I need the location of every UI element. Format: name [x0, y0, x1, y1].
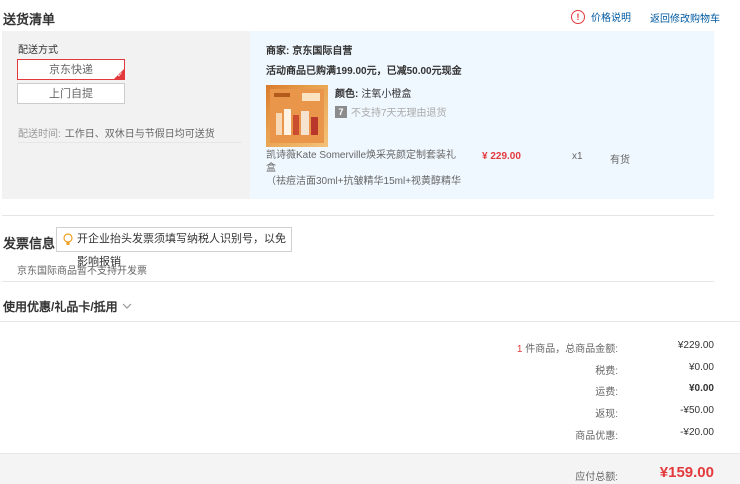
- summary-tax-label: 税费:: [595, 366, 618, 377]
- summary-subtotal-value: ¥229.00: [677, 340, 714, 351]
- divider: [2, 281, 714, 282]
- delivery-method-label: 配送方式: [18, 45, 58, 56]
- info-icon: !: [571, 9, 585, 24]
- coupon-toggle[interactable]: 使用优惠/礼品卡/抵用: [3, 298, 132, 315]
- summary-shipping-value: ¥0.00: [688, 383, 714, 394]
- check-icon: ✓: [117, 72, 123, 79]
- product-name-link[interactable]: 凯诗薇Kate Somerville焕采亮颜定制套装礼盒 （祛痘洁面30ml+抗…: [266, 149, 466, 188]
- total-value: ¥159.00: [659, 464, 714, 481]
- product-stock-status: 有货: [610, 155, 630, 166]
- summary-item-count: 1 件商品，总商品金额:: [517, 340, 618, 355]
- summary-cashback-value: -¥50.00: [680, 405, 714, 416]
- delivery-option-label: 上门自提: [49, 88, 93, 100]
- summary-tax-value: ¥0.00: [688, 362, 714, 373]
- delivery-option-jd-express[interactable]: 京东快递 ✓: [17, 59, 125, 80]
- product-name-line1: 凯诗薇Kate Somerville焕采亮颜定制套装礼盒: [266, 150, 457, 174]
- total-label: 应付总额:: [575, 472, 618, 483]
- divider: [0, 321, 740, 322]
- product-quantity: x1: [572, 151, 583, 162]
- return-policy-icon: 7: [335, 105, 347, 118]
- total-bar: 应付总额: ¥159.00: [0, 453, 740, 484]
- item-count: 1: [516, 344, 523, 355]
- chevron-down-icon: [122, 303, 132, 309]
- invoice-note: 京东国际商品暂不支持开发票: [17, 266, 147, 277]
- color-label: 颜色:: [335, 89, 359, 100]
- product-color: 颜色: 注氧小橙盒: [335, 85, 411, 100]
- color-value: 注氧小橙盒: [361, 89, 412, 100]
- section-title-coupon: 使用优惠/礼品卡/抵用: [3, 300, 118, 314]
- delivery-time-label: 配送时间:: [18, 129, 61, 140]
- delivery-option-label: 京东快递: [49, 64, 93, 76]
- delivery-panel: 配送方式 京东快递 ✓ 上门自提 配送时间: 工作日、双休日与节假日均可送货: [2, 31, 250, 199]
- promo-text: 活动商品已购满199.00元，已减50.00元现金: [266, 66, 462, 77]
- gift-box-product-image[interactable]: [266, 85, 328, 147]
- price-info-label: 价格说明: [591, 13, 631, 24]
- invoice-tip: 开企业抬头发票须填写纳税人识别号，以免影响报销: [56, 227, 292, 268]
- delivery-time: 配送时间: 工作日、双休日与节假日均可送货: [18, 125, 215, 140]
- section-title-invoice: 发票信息: [3, 236, 56, 251]
- lightbulb-icon: [63, 233, 73, 245]
- summary-cashback-label: 返现:: [595, 409, 618, 420]
- return-policy: 7 不支持7天无理由退货: [335, 104, 447, 119]
- summary-discount-value: -¥20.00: [680, 427, 714, 438]
- return-policy-text: 不支持7天无理由退货: [351, 108, 447, 119]
- seller-info: 商家: 京东国际自营: [266, 42, 352, 57]
- product-price: ¥ 229.00: [482, 151, 521, 162]
- summary-shipping-label: 运费:: [595, 387, 618, 398]
- summary-discount-label: 商品优惠:: [575, 431, 618, 442]
- product-name-line2: （祛痘洁面30ml+抗皱精华15ml+视黄醇精华: [266, 176, 462, 187]
- divider: [18, 142, 242, 143]
- price-info-link[interactable]: ! 价格说明: [571, 9, 631, 24]
- delivery-option-self-pickup[interactable]: 上门自提: [17, 83, 125, 104]
- seller-label: 商家:: [266, 46, 290, 57]
- divider: [2, 215, 714, 216]
- back-to-cart-link[interactable]: 返回修改购物车: [650, 10, 720, 25]
- gift-box-icon: [270, 89, 324, 143]
- delivery-time-value: 工作日、双休日与节假日均可送货: [64, 129, 215, 140]
- section-title-delivery-list: 送货清单: [3, 12, 56, 27]
- seller-name: 京东国际自营: [292, 46, 353, 57]
- item-count-label: 件商品，总商品金额:: [525, 344, 618, 355]
